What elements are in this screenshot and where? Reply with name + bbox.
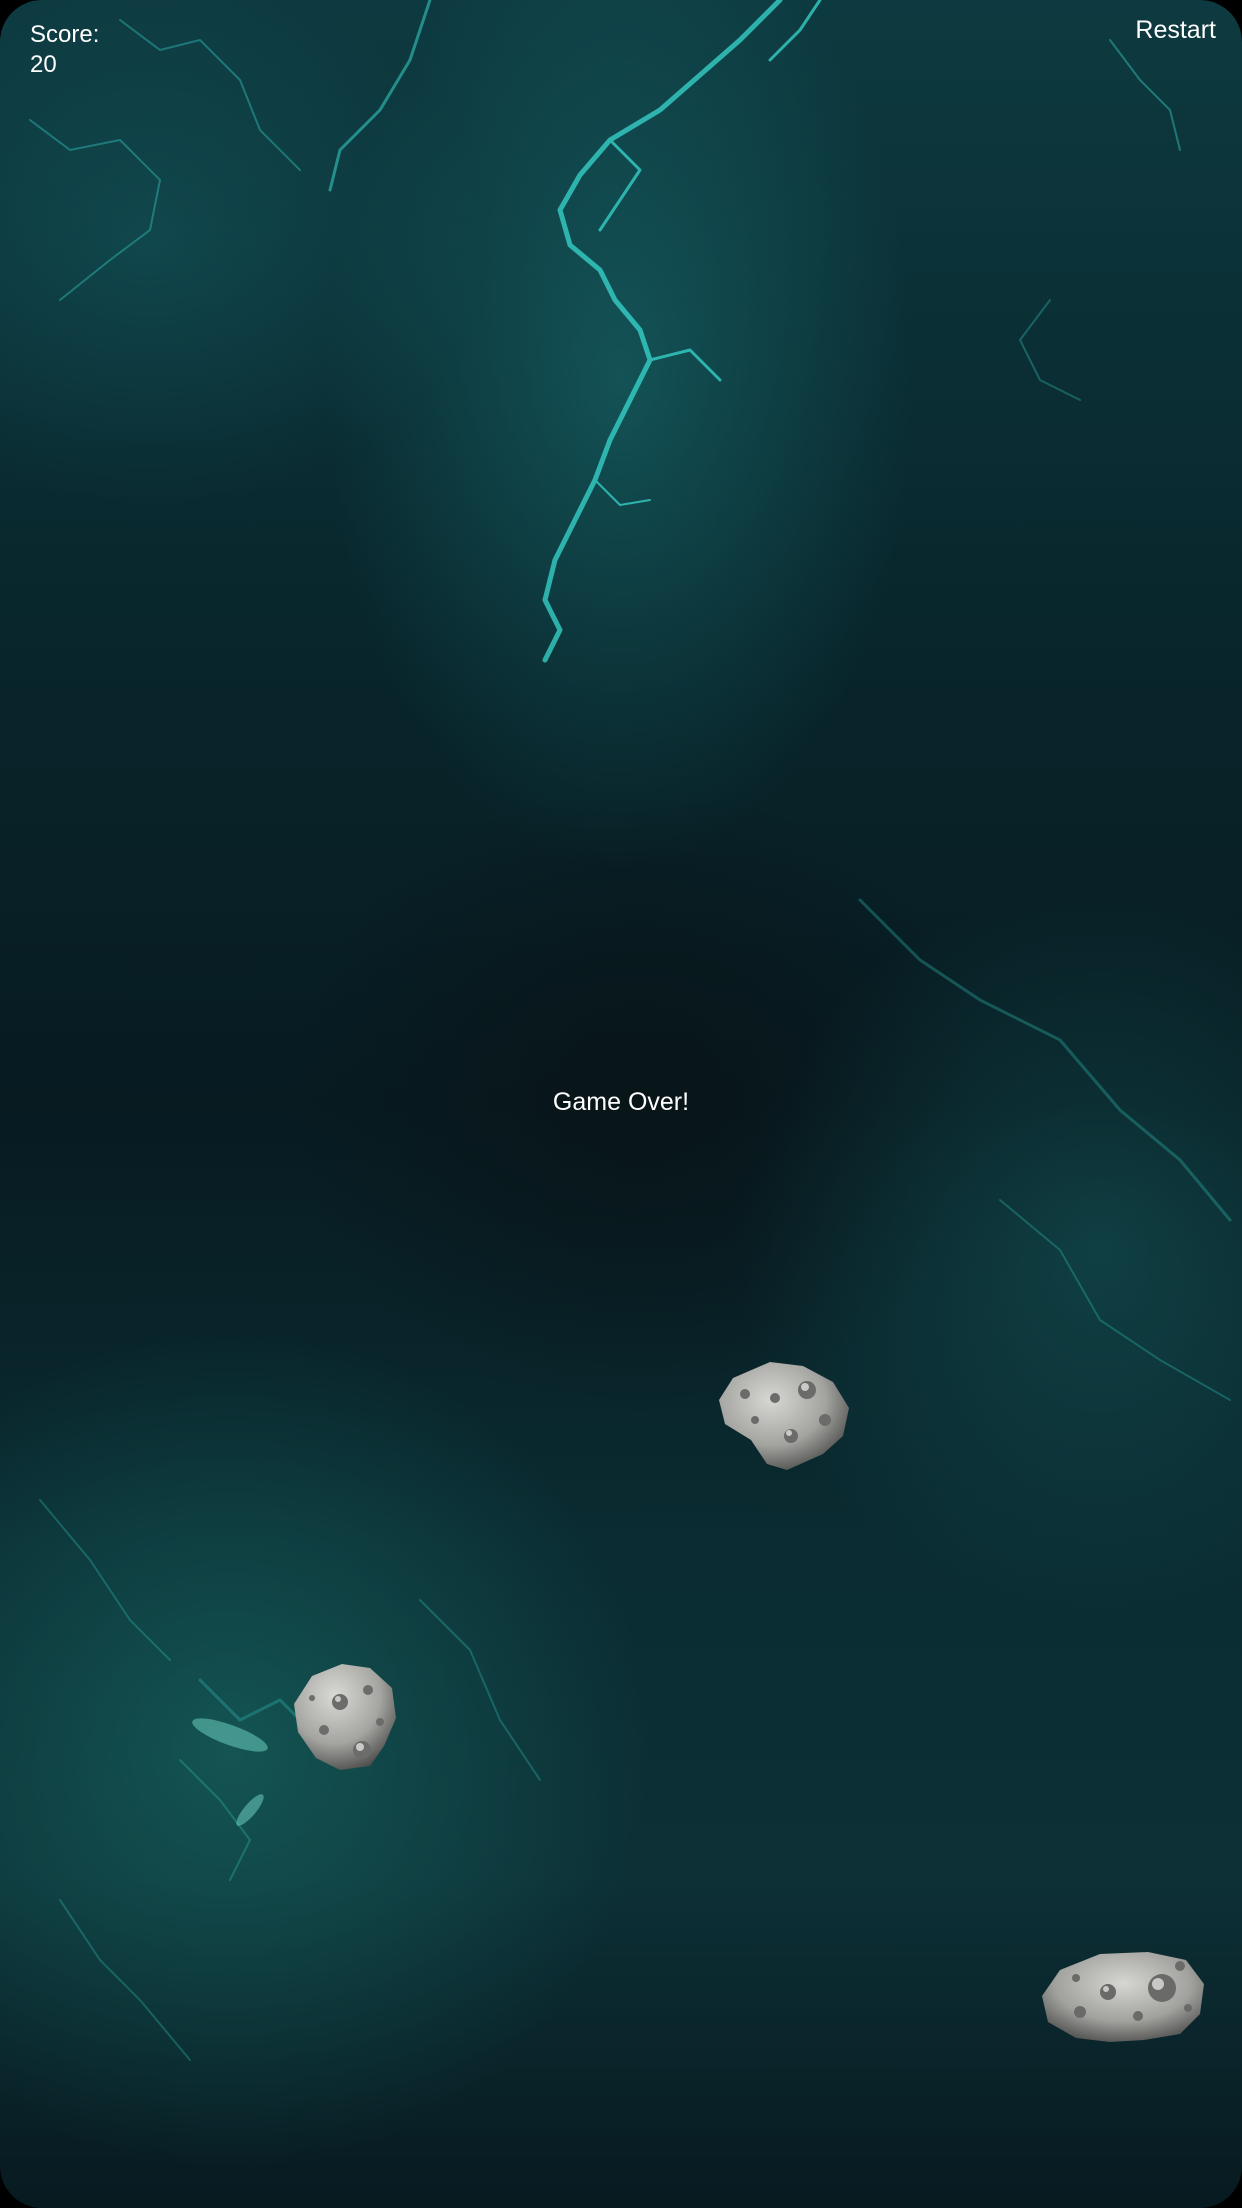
score-display: Score: 20	[30, 20, 99, 80]
restart-button[interactable]: Restart	[1135, 16, 1216, 45]
score-value: 20	[30, 51, 57, 78]
asteroid-icon	[294, 1664, 396, 1770]
asteroid-icon	[719, 1362, 849, 1470]
score-label: Score:	[30, 21, 100, 48]
game-over-message: Game Over!	[552, 1088, 690, 1116]
game-screen[interactable]: Score: 20 Restart Game Over!	[0, 0, 1242, 2208]
asteroid-icon	[1042, 1952, 1204, 2042]
